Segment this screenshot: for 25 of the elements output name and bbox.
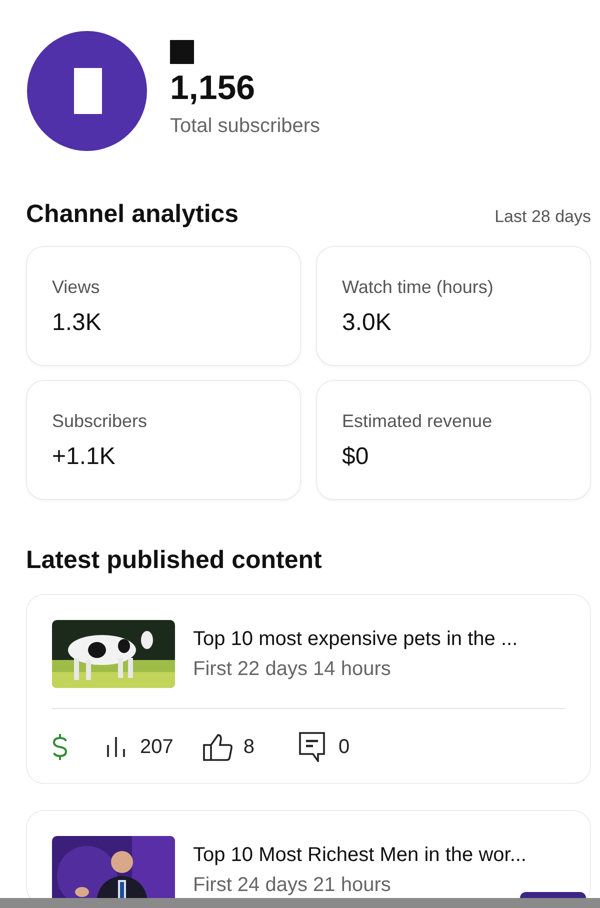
metric-value: $0 (342, 442, 370, 472)
redaction-mark (170, 40, 194, 64)
bar-chart-icon (106, 737, 126, 757)
comment-icon (298, 732, 324, 762)
comment-count: 0 (338, 735, 350, 760)
metric-label: Views (52, 276, 101, 299)
fab-button[interactable] (520, 892, 586, 898)
video-title[interactable]: Top 10 most expensive pets in the ... (193, 625, 518, 653)
video-title[interactable]: Top 10 Most Richest Men in the wor... (193, 841, 526, 869)
metric-label: Estimated revenue (342, 410, 494, 433)
video-period: First 22 days 14 hours (193, 657, 392, 682)
section-title: Channel analytics (26, 199, 239, 230)
metric-value: 1.3K (52, 308, 102, 338)
metric-value: 3.0K (342, 308, 392, 338)
view-count: 207 (140, 735, 174, 760)
thumbs-up-icon (203, 733, 234, 761)
metric-label: Subscribers (52, 410, 148, 433)
metric-value: +1.1K (52, 442, 116, 472)
subscriber-count: 1,156 (170, 68, 256, 109)
like-count: 8 (243, 735, 254, 760)
video-period: First 24 days 21 hours (193, 873, 392, 898)
metric-label: Watch time (hours) (342, 276, 494, 299)
period-label: Last 28 days (494, 206, 591, 228)
section-title: Latest published content (25, 545, 323, 576)
subscriber-label: Total subscribers (170, 114, 320, 139)
